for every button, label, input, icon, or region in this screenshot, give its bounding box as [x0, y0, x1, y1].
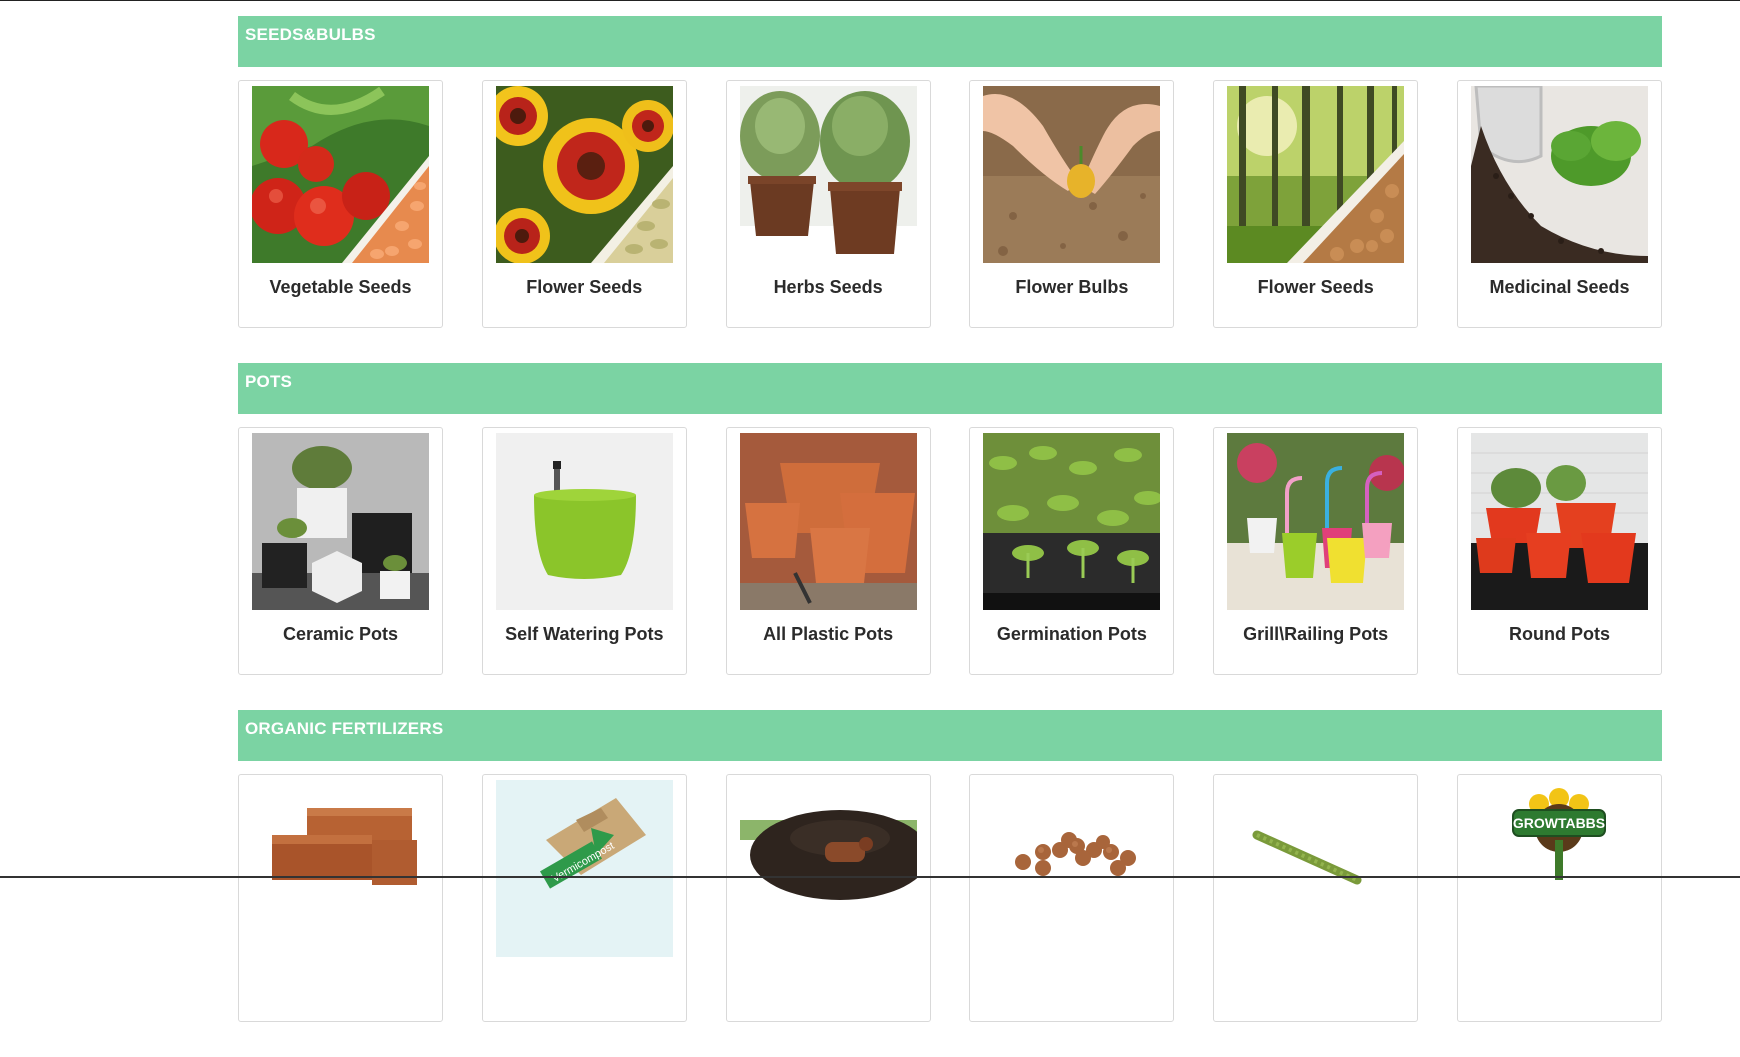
section-title: SEEDS&BULBS [238, 16, 1662, 67]
category-label[interactable]: Round Pots [1509, 624, 1610, 645]
category-card-growtabbs[interactable]: GROWTABBS [1456, 774, 1662, 1022]
category-cards: Vermicompost GROWTABBS [238, 774, 1662, 1022]
category-label[interactable]: Flower Seeds [526, 277, 642, 298]
category-card-flower-seeds[interactable]: Flower Seeds [481, 80, 687, 328]
category-card-moss-stick[interactable] [1213, 774, 1419, 1022]
railing-pots-image[interactable] [1227, 433, 1405, 610]
category-label[interactable]: Ceramic Pots [283, 624, 398, 645]
section-pots: POTS Ceramic Pots Self Watering Pots All… [238, 363, 1662, 675]
manure-image[interactable] [739, 780, 917, 957]
category-card-flower-seeds-2[interactable]: Flower Seeds [1213, 80, 1419, 328]
category-label[interactable]: Vegetable Seeds [269, 277, 411, 298]
category-card-vermicompost[interactable]: Vermicompost [481, 774, 687, 1022]
category-card-vegetable-seeds[interactable]: Vegetable Seeds [238, 80, 443, 328]
category-page: SEEDS&BULBS Vegetable Seeds Flower Seeds… [238, 16, 1662, 1057]
category-label[interactable]: Grill\Railing Pots [1243, 624, 1388, 645]
terracotta-pots-image[interactable] [739, 433, 917, 610]
gaillardia-flowers-image[interactable] [495, 86, 673, 263]
hands-planting-image[interactable] [983, 86, 1161, 263]
section-organic-fertilizers: ORGANIC FERTILIZERS Vermicompost GROWTAB… [238, 710, 1662, 1022]
section-seeds-bulbs: SEEDS&BULBS Vegetable Seeds Flower Seeds… [238, 16, 1662, 328]
seedlings-image[interactable] [983, 433, 1161, 610]
section-title: ORGANIC FERTILIZERS [238, 710, 1662, 761]
section-title: POTS [238, 363, 1662, 414]
category-card-flower-bulbs[interactable]: Flower Bulbs [969, 80, 1175, 328]
category-card-medicinal-seeds[interactable]: Medicinal Seeds [1456, 80, 1662, 328]
category-card-herbs-seeds[interactable]: Herbs Seeds [725, 80, 931, 328]
bottom-border [0, 876, 1740, 878]
category-label[interactable]: Germination Pots [997, 624, 1147, 645]
category-card-coco-peat[interactable] [238, 774, 443, 1022]
category-card-clay-pebbles[interactable] [969, 774, 1175, 1022]
category-card-all-plastic-pots[interactable]: All Plastic Pots [725, 427, 931, 675]
ceramic-pots-image[interactable] [252, 433, 429, 610]
herb-pots-image[interactable] [739, 86, 917, 263]
seed-jar-image[interactable] [1470, 86, 1648, 263]
clay-pebbles-image[interactable] [983, 780, 1161, 957]
growtabbs-logo-image[interactable]: GROWTABBS [1470, 780, 1648, 957]
category-cards: Ceramic Pots Self Watering Pots All Plas… [238, 427, 1662, 675]
category-label[interactable]: Flower Bulbs [1015, 277, 1128, 298]
moss-stick-image[interactable] [1227, 780, 1405, 957]
green-pot-image[interactable] [495, 433, 673, 610]
red-pots-image[interactable] [1470, 433, 1648, 610]
tomatoes-image[interactable] [252, 86, 429, 263]
category-card-self-watering-pots[interactable]: Self Watering Pots [481, 427, 687, 675]
category-card-germination-pots[interactable]: Germination Pots [969, 427, 1175, 675]
category-label[interactable]: Flower Seeds [1258, 277, 1374, 298]
category-card-grill-railing-pots[interactable]: Grill\Railing Pots [1213, 427, 1419, 675]
category-card-round-pots[interactable]: Round Pots [1456, 427, 1662, 675]
coco-blocks-image[interactable] [252, 780, 429, 957]
category-label[interactable]: Herbs Seeds [774, 277, 883, 298]
category-label[interactable]: Self Watering Pots [505, 624, 663, 645]
category-label[interactable]: Medicinal Seeds [1489, 277, 1629, 298]
category-label[interactable]: All Plastic Pots [763, 624, 893, 645]
vermicompost-bag-image[interactable]: Vermicompost [495, 780, 673, 957]
top-border [0, 0, 1740, 1]
growtabbs-logo-text: GROWTABBS [1513, 815, 1605, 831]
category-card-ceramic-pots[interactable]: Ceramic Pots [238, 427, 443, 675]
category-cards: Vegetable Seeds Flower Seeds Herbs Seeds… [238, 80, 1662, 328]
category-card-cow-dung[interactable] [725, 774, 931, 1022]
forest-image[interactable] [1227, 86, 1405, 263]
